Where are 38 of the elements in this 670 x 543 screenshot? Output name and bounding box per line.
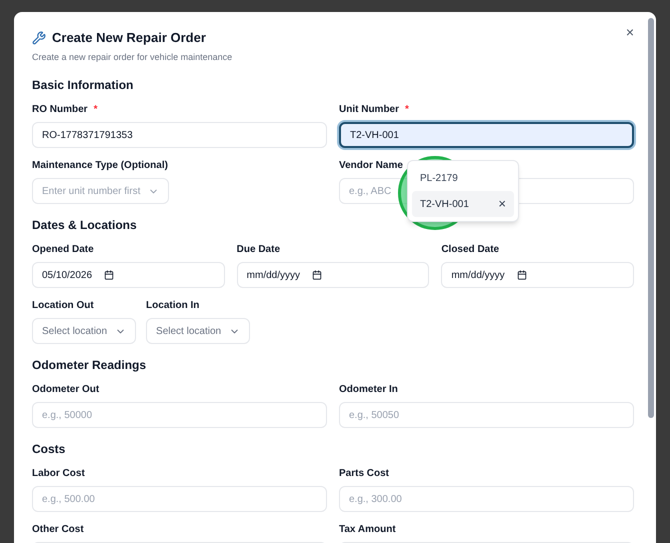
suggestion-item[interactable]: PL-2179 xyxy=(412,165,514,191)
date-field[interactable]: 05/10/2026 xyxy=(32,262,225,288)
calendar-icon xyxy=(312,270,322,280)
calendar-icon xyxy=(104,270,114,280)
text-field[interactable]: RO-1778371791353 xyxy=(32,122,327,148)
text-field[interactable]: T2-VH-001 xyxy=(339,122,634,148)
wrench-icon xyxy=(32,30,46,45)
close-button[interactable]: × xyxy=(626,22,634,43)
calendar-icon xyxy=(516,270,527,280)
field-label: Unit Number xyxy=(339,102,399,116)
field-label: Parts Cost xyxy=(339,466,390,480)
field-label: Odometer Out xyxy=(32,382,100,396)
field-label: Tax Amount xyxy=(339,522,396,536)
field-label: Vendor Name xyxy=(339,158,403,172)
field-label: Due Date xyxy=(236,242,280,256)
date-field[interactable]: mm/dd/yyyy xyxy=(441,262,634,288)
required-asterisk: * xyxy=(94,102,98,116)
field-label: Opened Date xyxy=(32,242,94,256)
field-label: Labor Cost xyxy=(32,466,85,480)
select-dropdown[interactable]: Select location xyxy=(32,318,136,344)
select-dropdown[interactable]: Select location xyxy=(146,318,250,344)
field-label: Location Out xyxy=(32,298,94,312)
dialog-title: Create New Repair Order xyxy=(52,29,206,47)
section-heading: Odometer Readings xyxy=(32,357,148,374)
required-asterisk: * xyxy=(405,102,409,116)
field-label: Closed Date xyxy=(441,242,500,256)
field-label: Maintenance Type (Optional) xyxy=(32,158,168,172)
clear-button[interactable]: × xyxy=(498,194,506,214)
section-heading: Dates & Locations xyxy=(32,217,138,234)
field-label: Location In xyxy=(146,298,200,312)
field-label: RO Number xyxy=(32,102,88,116)
field-label: Odometer In xyxy=(339,382,398,396)
date-field[interactable]: mm/dd/yyyy xyxy=(236,262,430,288)
section-heading: Basic Information xyxy=(32,77,134,94)
dialog-subtitle: Create a new repair order for vehicle maintenance xyxy=(32,50,234,64)
field-label: Other Cost xyxy=(32,522,84,536)
section-heading: Costs xyxy=(32,441,66,458)
suggestion-item[interactable]: T2-VH-001 × xyxy=(412,191,514,217)
